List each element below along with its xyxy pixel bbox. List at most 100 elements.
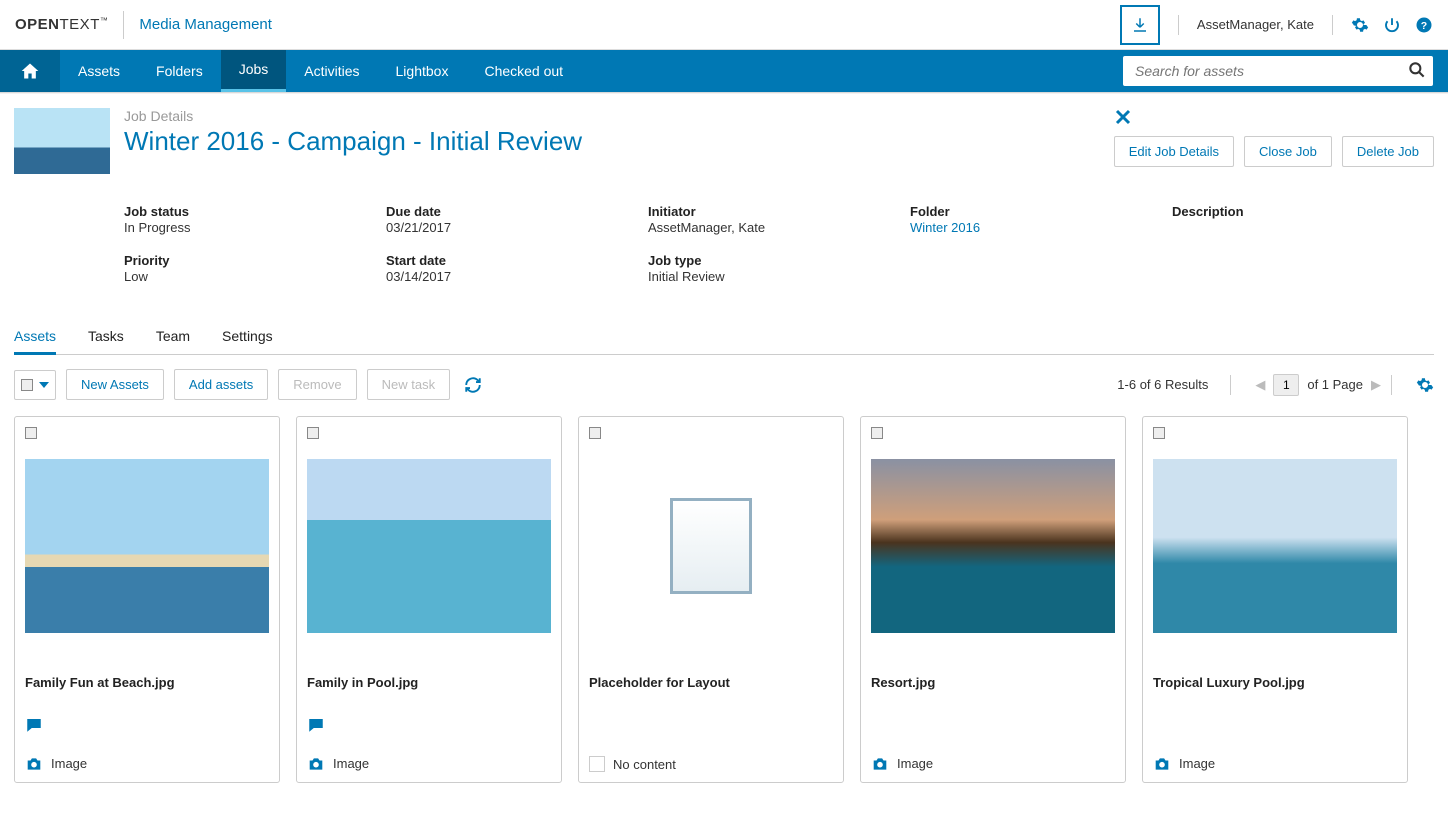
card-type: Image <box>51 756 87 771</box>
card-type: Image <box>333 756 369 771</box>
card-checkbox[interactable] <box>25 427 37 439</box>
nav-jobs[interactable]: Jobs <box>221 50 287 92</box>
comment-icon <box>25 716 43 734</box>
comment-indicator[interactable] <box>307 716 551 734</box>
subtab-settings[interactable]: Settings <box>222 320 273 354</box>
trademark: ™ <box>100 16 109 25</box>
card-thumbnail[interactable] <box>1153 459 1397 633</box>
asset-card[interactable]: Family Fun at Beach.jpg Image <box>14 416 280 783</box>
card-thumbnail[interactable] <box>871 459 1115 633</box>
subtabs: Assets Tasks Team Settings <box>14 320 1434 355</box>
assets-toolbar: New Assets Add assets Remove New task 1-… <box>14 369 1434 400</box>
user-name[interactable]: AssetManager, Kate <box>1197 17 1314 32</box>
description-label: Description <box>1172 204 1434 219</box>
card-checkbox[interactable] <box>1153 427 1165 439</box>
add-assets-button[interactable]: Add assets <box>174 369 268 400</box>
jobtype-value: Initial Review <box>648 269 910 284</box>
separator <box>1230 375 1231 395</box>
search-button[interactable] <box>1407 60 1427 80</box>
main-nav: Assets Folders Jobs Activities Lightbox … <box>0 50 1448 92</box>
due-date-label: Due date <box>386 204 648 219</box>
comment-indicator <box>1153 716 1397 734</box>
chevron-down-icon <box>39 382 49 388</box>
no-content-icon <box>589 756 605 772</box>
refresh-icon <box>464 376 482 394</box>
gear-icon[interactable] <box>1351 16 1369 34</box>
separator <box>1178 15 1179 35</box>
card-type: Image <box>1179 756 1215 771</box>
download-button[interactable] <box>1120 5 1160 45</box>
power-icon[interactable] <box>1383 16 1401 34</box>
nav-activities[interactable]: Activities <box>286 50 377 92</box>
priority-value: Low <box>124 269 386 284</box>
delete-job-button[interactable]: Delete Job <box>1342 136 1434 167</box>
refresh-button[interactable] <box>464 376 482 394</box>
logo-divider <box>123 11 124 39</box>
page-input[interactable] <box>1273 374 1299 396</box>
edit-job-button[interactable]: Edit Job Details <box>1114 136 1234 167</box>
close-button[interactable] <box>1114 108 1434 126</box>
new-task-button: New task <box>367 369 450 400</box>
camera-icon <box>1153 757 1171 771</box>
subtab-assets[interactable]: Assets <box>14 320 56 355</box>
nav-checkedout[interactable]: Checked out <box>466 50 581 92</box>
camera-icon <box>307 757 325 771</box>
app-name[interactable]: Media Management <box>139 16 272 33</box>
asset-card[interactable]: Placeholder for LayoutNo content <box>578 416 844 783</box>
placeholder-icon <box>670 498 752 594</box>
job-title: Winter 2016 - Campaign - Initial Review <box>124 126 1100 157</box>
camera-icon <box>25 757 43 771</box>
select-all-checkbox[interactable] <box>21 379 33 391</box>
gear-icon <box>1416 376 1434 394</box>
comment-icon <box>307 716 325 734</box>
search-icon <box>1407 60 1427 80</box>
job-header: Job Details Winter 2016 - Campaign - Ini… <box>14 108 1434 174</box>
view-settings[interactable] <box>1416 376 1434 394</box>
card-checkbox[interactable] <box>589 427 601 439</box>
remove-button: Remove <box>278 369 356 400</box>
separator <box>1332 15 1333 35</box>
card-title: Tropical Luxury Pool.jpg <box>1153 675 1397 690</box>
asset-card[interactable]: Family in Pool.jpg Image <box>296 416 562 783</box>
card-thumbnail[interactable] <box>589 459 833 633</box>
camera-icon <box>871 757 889 771</box>
search-input[interactable] <box>1123 56 1433 86</box>
card-thumbnail[interactable] <box>25 459 269 633</box>
card-footer: Image <box>871 756 1115 771</box>
help-icon[interactable]: ? <box>1415 16 1433 34</box>
logo-area: OPENTEXT™ Media Management <box>15 11 272 39</box>
page-suffix: of 1 Page <box>1307 377 1363 392</box>
svg-text:?: ? <box>1421 19 1427 31</box>
select-all-dropdown[interactable] <box>14 370 56 400</box>
card-thumbnail[interactable] <box>307 459 551 633</box>
job-subtitle: Job Details <box>124 108 1100 124</box>
close-job-button[interactable]: Close Job <box>1244 136 1332 167</box>
asset-card[interactable]: Tropical Luxury Pool.jpg Image <box>1142 416 1408 783</box>
comment-indicator[interactable] <box>25 716 269 734</box>
logo: OPENTEXT™ <box>15 16 108 33</box>
asset-cards: Family Fun at Beach.jpgImageFamily in Po… <box>14 416 1434 783</box>
subtab-tasks[interactable]: Tasks <box>88 320 124 354</box>
pager: ◀ of 1 Page ▶ <box>1255 374 1381 396</box>
folder-value[interactable]: Winter 2016 <box>910 220 1172 235</box>
asset-card[interactable]: Resort.jpg Image <box>860 416 1126 783</box>
card-checkbox[interactable] <box>871 427 883 439</box>
nav-home[interactable] <box>0 50 60 92</box>
comment-indicator <box>871 716 1115 734</box>
header-right: AssetManager, Kate ? <box>1120 5 1433 45</box>
card-title: Family in Pool.jpg <box>307 675 551 690</box>
new-assets-button[interactable]: New Assets <box>66 369 164 400</box>
nav-folders[interactable]: Folders <box>138 50 221 92</box>
status-label: Job status <box>124 204 386 219</box>
card-title: Resort.jpg <box>871 675 1115 690</box>
nav-lightbox[interactable]: Lightbox <box>378 50 467 92</box>
card-checkbox[interactable] <box>307 427 319 439</box>
job-thumbnail[interactable] <box>14 108 110 174</box>
prev-page: ◀ <box>1255 377 1265 393</box>
card-title: Family Fun at Beach.jpg <box>25 675 269 690</box>
start-date-value: 03/14/2017 <box>386 269 648 284</box>
priority-label: Priority <box>124 253 386 268</box>
nav-assets[interactable]: Assets <box>60 50 138 92</box>
card-footer: Image <box>307 756 551 771</box>
subtab-team[interactable]: Team <box>156 320 190 354</box>
